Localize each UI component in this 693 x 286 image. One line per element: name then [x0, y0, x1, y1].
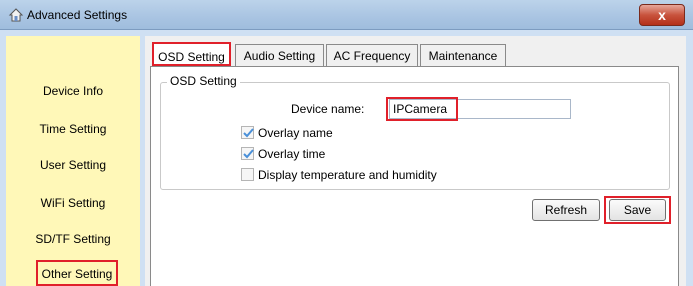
overlay-name-checkbox[interactable]	[241, 126, 254, 139]
sidebar: Device Info Time Setting User Setting Wi…	[6, 36, 140, 286]
overlay-time-label[interactable]: Overlay time	[258, 147, 325, 161]
tab-osd-setting[interactable]: OSD Setting	[152, 42, 231, 66]
checkmark-icon	[243, 128, 254, 138]
sidebar-item-device-info[interactable]: Device Info	[6, 84, 140, 98]
overlay-time-checkbox[interactable]	[241, 147, 254, 160]
checkmark-icon	[243, 149, 254, 159]
osd-group-title: OSD Setting	[167, 74, 240, 88]
sidebar-item-other-setting[interactable]: Other Setting	[36, 260, 118, 286]
app-home-icon	[8, 7, 24, 23]
tab-ac-frequency[interactable]: AC Frequency	[326, 44, 418, 66]
sidebar-item-user-setting[interactable]: User Setting	[6, 158, 140, 172]
display-temp-humidity-label[interactable]: Display temperature and humidity	[258, 168, 437, 182]
sidebar-item-wifi-setting[interactable]: WiFi Setting	[6, 196, 140, 210]
sidebar-item-sd-tf-setting[interactable]: SD/TF Setting	[6, 232, 140, 246]
window-title: Advanced Settings	[27, 8, 128, 22]
close-button[interactable]: x	[639, 4, 685, 26]
device-name-label: Device name:	[291, 102, 365, 116]
tab-audio-setting[interactable]: Audio Setting	[235, 44, 324, 66]
device-name-highlight	[386, 97, 458, 121]
overlay-name-label[interactable]: Overlay name	[258, 126, 333, 140]
display-temp-humidity-checkbox[interactable]	[241, 168, 254, 181]
tab-maintenance[interactable]: Maintenance	[420, 44, 506, 66]
sidebar-item-time-setting[interactable]: Time Setting	[6, 122, 140, 136]
refresh-button[interactable]: Refresh	[532, 199, 600, 221]
save-highlight	[604, 196, 671, 224]
title-bar: Advanced Settings x	[0, 0, 693, 30]
close-icon: x	[658, 7, 666, 23]
